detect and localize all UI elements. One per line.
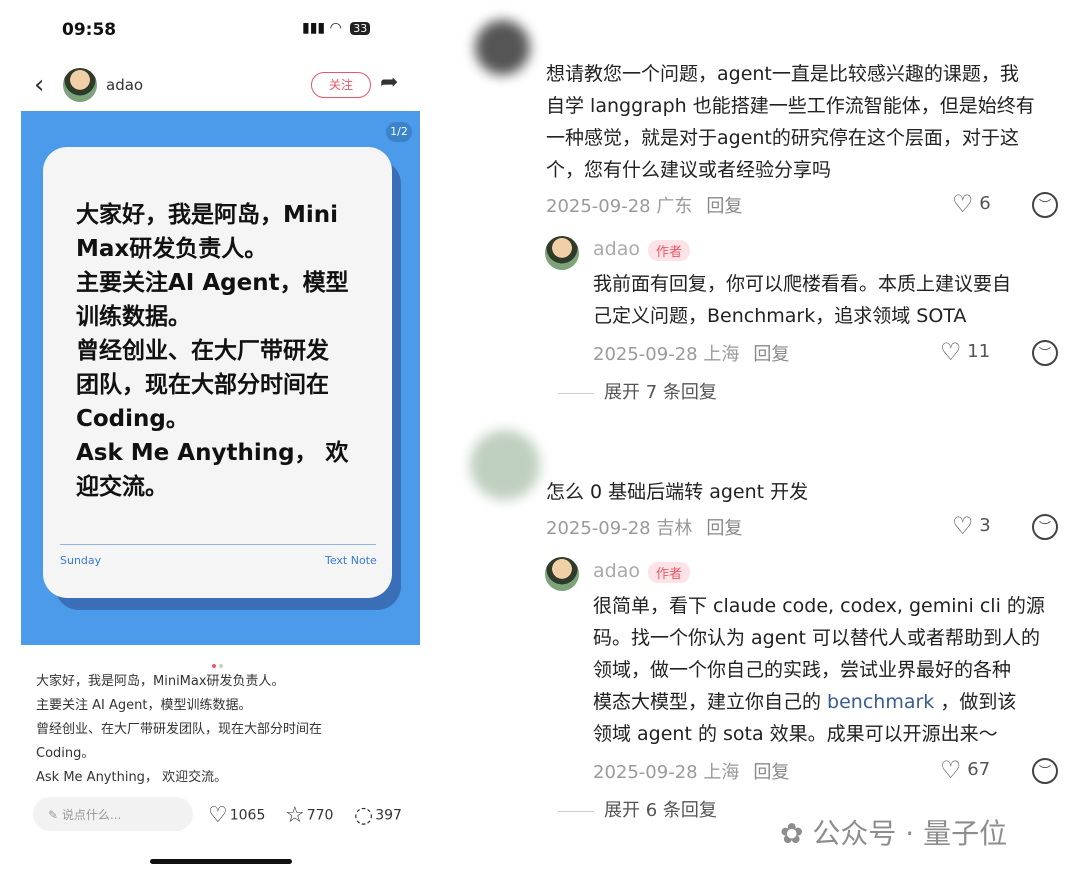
post-panel: 09:58 ▮▮▮ ◠ 33 ‹ adao 关注 ➦ 1/2 大家好，我是阿岛，… [0,0,440,871]
heart-icon: ♡ [940,338,962,366]
comment-like[interactable]: ♡ 6 [952,190,991,218]
reply-like[interactable]: ♡ 67 [940,756,990,784]
comment-meta: 2025-09-28 广东 回复 [546,196,743,217]
signal-icon: ▮▮▮ [302,20,326,36]
back-button[interactable]: ‹ [34,70,44,100]
heart-icon: ♡ [952,190,974,218]
follow-button[interactable]: 关注 [311,72,371,98]
author-avatar[interactable] [545,557,579,591]
status-time: 09:58 [62,20,117,40]
comment-like[interactable]: ♡ 3 [952,512,991,540]
reply-author: adao 作者 [593,560,690,583]
reply-meta: 2025-09-28 上海 回复 [593,762,790,783]
card-footer-left: Sunday [60,554,102,567]
watermark: ✿ 公众号 · 量子位 [780,817,1008,850]
commenter-avatar[interactable] [475,20,530,75]
reply-button[interactable]: 回复 [753,344,789,365]
card-divider [60,544,376,545]
card-text: 大家好，我是阿岛，Mini Max研发负责人。 主要关注AI Agent，模型 … [76,202,349,500]
reply-button[interactable]: 回复 [706,196,742,217]
comment-icon: ◌ [354,803,374,828]
wifi-icon: ◠ [329,20,342,36]
author-avatar[interactable] [545,236,579,270]
heart-icon: ♡ [940,756,962,784]
wechat-icon: ✿ [780,817,804,850]
comment-meta: 2025-09-28 吉林 回复 [546,518,743,539]
pencil-icon: ✎ [48,808,59,822]
page-indicator: 1/2 [386,122,412,142]
author-name[interactable]: adao [106,76,143,94]
benchmark-link[interactable]: benchmark [827,691,934,713]
author-badge: 作者 [647,240,690,261]
like-button[interactable]: ♡ 1065 [208,803,265,828]
status-icons: ▮▮▮ ◠ 33 [302,20,371,36]
comment-text: 想请教您一个问题，agent一直是比较感兴趣的课题，我 自学 langgraph… [546,63,1035,181]
comments-button[interactable]: ◌ 397 [354,803,402,828]
reply-like[interactable]: ♡ 11 [940,338,990,366]
heart-icon: ♡ [952,512,974,540]
comment-text: 怎么 0 基础后端转 agent 开发 [546,481,809,503]
star-button[interactable]: ☆ 770 [285,803,333,828]
heart-icon: ♡ [208,803,228,828]
card-footer-right: Text Note [325,554,377,567]
reply-button[interactable]: 回复 [753,762,789,783]
author-badge: 作者 [647,562,690,583]
reply-button[interactable]: 回复 [706,518,742,539]
expand-replies[interactable]: 展开 7 条回复 [558,378,717,404]
emoji-react-icon[interactable]: ︶ [1032,340,1058,366]
battery-icon: 33 [350,22,371,35]
author-avatar[interactable] [63,68,97,102]
reply-meta: 2025-09-28 上海 回复 [593,344,790,365]
post-description: 大家好，我是阿岛，MiniMax研发负责人。 主要关注 AI Agent，模型训… [36,674,323,785]
comment-input-placeholder: ✎ 说点什么... [48,808,122,822]
emoji-react-icon[interactable]: ︶ [1032,514,1058,540]
reply-text: 我前面有回复，你可以爬楼看看。本质上建议要自 己定义问题，Benchmark，追… [593,273,1012,327]
commenter-avatar[interactable] [470,430,540,500]
reply-text: 很简单，看下 claude code, codex, gemini cli 的源… [593,595,1045,745]
emoji-react-icon[interactable]: ︶ [1032,192,1058,218]
star-icon: ☆ [285,803,305,828]
share-icon[interactable]: ➦ [380,70,398,95]
expand-replies[interactable]: 展开 6 条回复 [558,796,717,822]
home-indicator [150,859,292,864]
emoji-react-icon[interactable]: ︶ [1032,758,1058,784]
reply-author: adao 作者 [593,238,690,261]
